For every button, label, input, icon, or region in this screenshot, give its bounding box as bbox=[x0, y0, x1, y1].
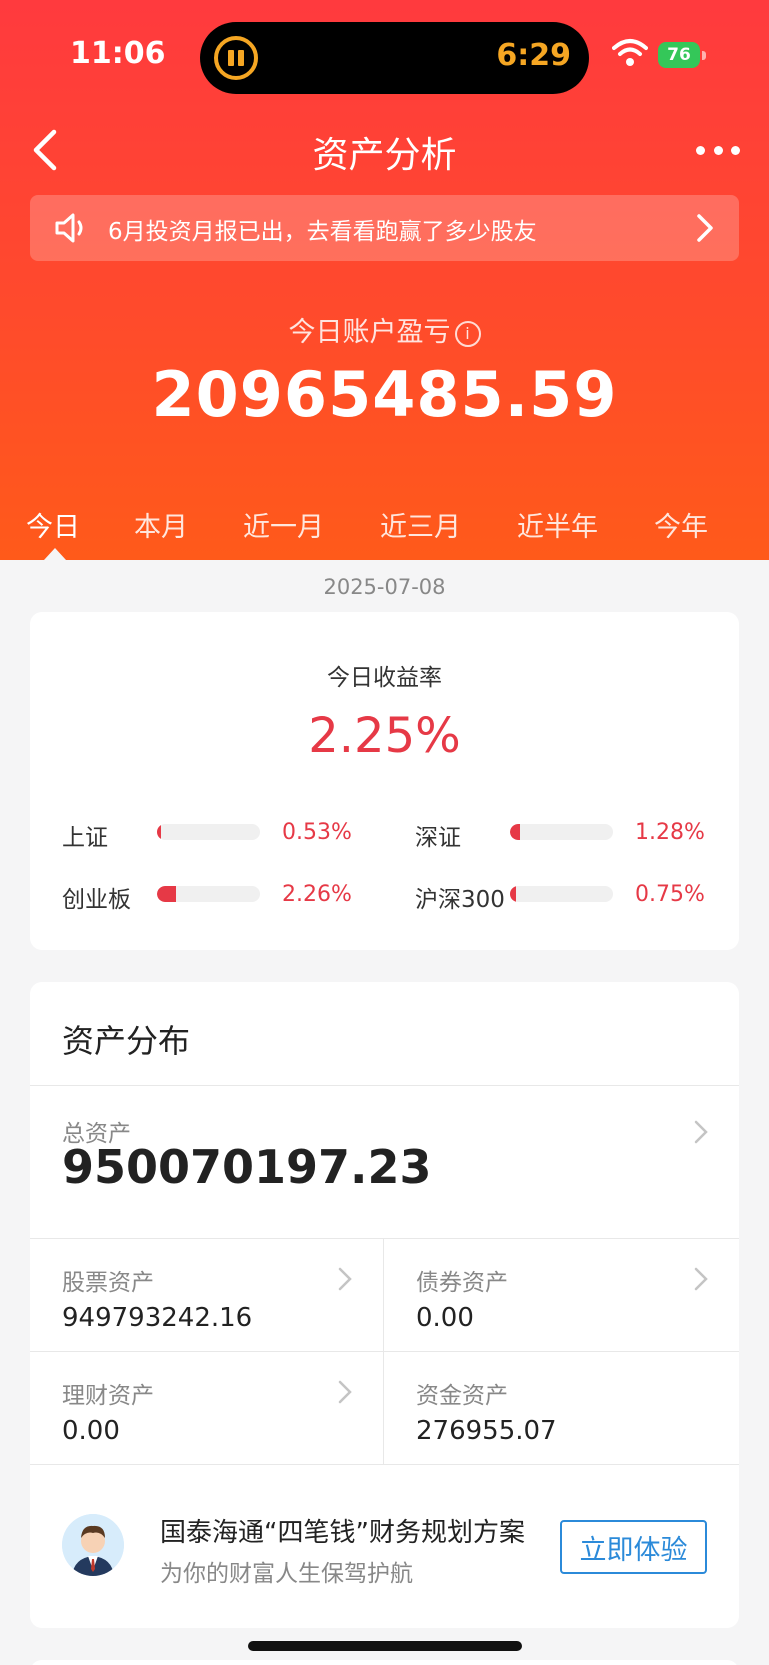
tab-today[interactable]: 今日 bbox=[26, 505, 80, 544]
status-time: 11:06 bbox=[70, 36, 166, 71]
bond-assets-cell[interactable]: 债券资产 0.00 bbox=[384, 1239, 739, 1351]
bond-assets-label: 债券资产 bbox=[416, 1270, 508, 1296]
stock-assets-value: 949793242.16 bbox=[62, 1303, 253, 1333]
index-value: 2.26% bbox=[282, 882, 352, 907]
page-title: 资产分析 bbox=[312, 135, 457, 176]
index-shenzhen: 深证 1.28% bbox=[415, 818, 735, 851]
wealth-assets-value: 0.00 bbox=[62, 1416, 120, 1446]
bond-assets-value: 0.00 bbox=[416, 1303, 474, 1333]
dynamic-island[interactable]: 6:29 bbox=[200, 22, 589, 94]
wealth-assets-label: 理财资产 bbox=[62, 1383, 154, 1409]
wifi-icon bbox=[612, 39, 648, 66]
index-chinext: 创业板 2.26% bbox=[62, 880, 382, 913]
stock-assets-cell[interactable]: 股票资产 949793242.16 bbox=[30, 1239, 383, 1351]
try-now-button[interactable]: 立即体验 bbox=[560, 1520, 707, 1574]
index-bar-fill bbox=[510, 886, 517, 902]
divider bbox=[30, 1464, 739, 1465]
index-bar-fill bbox=[157, 824, 162, 840]
tab-last-three-months[interactable]: 近三月 bbox=[380, 505, 461, 544]
index-name: 创业板 bbox=[62, 887, 131, 913]
promo-subtitle: 为你的财富人生保驾护航 bbox=[160, 1561, 413, 1587]
chevron-right-icon bbox=[697, 214, 713, 242]
return-rate-card: 今日收益率 2.25% 上证 0.53% 深证 1.28% 创业板 2.26% … bbox=[30, 612, 739, 950]
tab-this-year[interactable]: 今年 bbox=[654, 505, 708, 544]
index-value: 1.28% bbox=[635, 820, 705, 845]
advisor-avatar bbox=[62, 1514, 124, 1576]
chevron-right-icon bbox=[694, 1267, 708, 1291]
chevron-right-icon bbox=[338, 1267, 352, 1291]
today-pnl-value: 20965485.59 bbox=[151, 358, 618, 431]
index-value: 0.75% bbox=[635, 882, 705, 907]
index-shanghai: 上证 0.53% bbox=[62, 818, 382, 851]
index-bar bbox=[510, 824, 613, 840]
index-bar bbox=[510, 886, 613, 902]
index-value: 0.53% bbox=[282, 820, 352, 845]
index-name: 深证 bbox=[415, 825, 461, 851]
more-icon[interactable] bbox=[696, 140, 740, 160]
tab-this-month[interactable]: 本月 bbox=[134, 505, 188, 544]
today-pnl-label-text: 今日账户盈亏 bbox=[288, 317, 451, 348]
index-bar-fill bbox=[510, 824, 521, 840]
index-bar-fill bbox=[157, 886, 176, 902]
next-card-edge bbox=[30, 1660, 739, 1665]
asset-distribution-card: 资产分布 总资产 950070197.23 股票资产 949793242.16 … bbox=[30, 982, 739, 1628]
speaker-icon bbox=[55, 213, 83, 243]
asset-distribution-title: 资产分布 bbox=[62, 1022, 191, 1060]
period-tabs: 今日 本月 近一月 近三月 近半年 今年 bbox=[0, 505, 769, 545]
banner-text: 6月投资月报已出，去看看跑赢了多少股友 bbox=[108, 219, 537, 245]
activity-timer: 6:29 bbox=[496, 38, 571, 73]
wealth-assets-cell[interactable]: 理财资产 0.00 bbox=[30, 1352, 383, 1464]
monthly-report-banner[interactable]: 6月投资月报已出，去看看跑赢了多少股友 bbox=[30, 195, 739, 261]
index-name: 沪深300 bbox=[415, 887, 505, 913]
battery-cap bbox=[702, 51, 706, 60]
index-name: 上证 bbox=[62, 825, 108, 851]
index-csi300: 沪深300 0.75% bbox=[415, 880, 735, 913]
cash-assets-value: 276955.07 bbox=[416, 1416, 557, 1446]
info-icon[interactable]: i bbox=[454, 321, 481, 347]
tab-last-half-year[interactable]: 近半年 bbox=[517, 505, 598, 544]
index-bar bbox=[157, 886, 260, 902]
today-pnl-label: 今日账户盈亏 i bbox=[0, 310, 769, 349]
tab-last-month[interactable]: 近一月 bbox=[243, 505, 324, 544]
active-tab-indicator bbox=[44, 548, 66, 560]
index-bar bbox=[157, 824, 260, 840]
promo-title: 国泰海通“四笔钱”财务规划方案 bbox=[160, 1518, 525, 1548]
home-indicator[interactable] bbox=[248, 1641, 522, 1651]
total-assets-value: 950070197.23 bbox=[62, 1140, 432, 1194]
battery-icon: 76 bbox=[658, 42, 700, 68]
cash-assets-cell: 资金资产 276955.07 bbox=[384, 1352, 739, 1464]
return-rate-value: 2.25% bbox=[308, 708, 461, 764]
battery-level: 76 bbox=[667, 45, 691, 65]
cash-assets-label: 资金资产 bbox=[416, 1383, 508, 1409]
chevron-right-icon bbox=[338, 1380, 352, 1404]
date-label: 2025-07-08 bbox=[323, 575, 446, 599]
return-rate-title: 今日收益率 bbox=[327, 665, 442, 691]
stock-assets-label: 股票资产 bbox=[62, 1270, 154, 1296]
chevron-right-icon bbox=[694, 1120, 708, 1144]
pause-icon[interactable] bbox=[214, 36, 258, 80]
